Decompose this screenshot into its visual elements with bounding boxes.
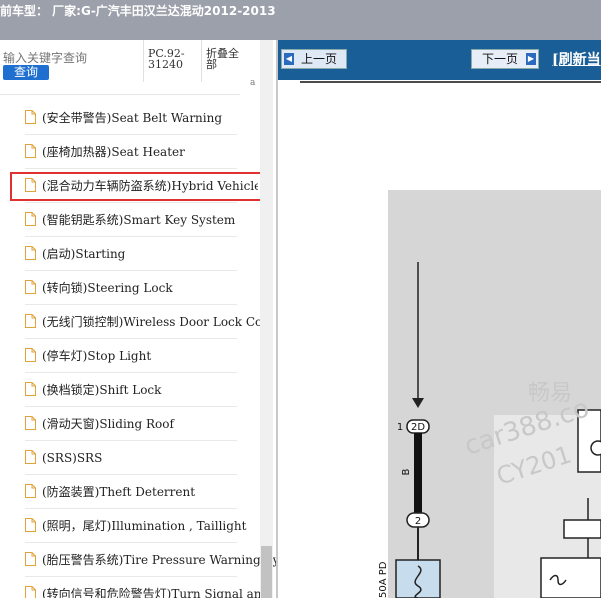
list-item[interactable]: (启动)Starting bbox=[0, 237, 258, 271]
list-item[interactable]: (滑动天窗)Sliding Roof bbox=[0, 407, 258, 441]
list-item-label: (停车灯)Stop Light bbox=[42, 349, 152, 363]
list-item[interactable]: (照明，尾灯)Illumination , Taillight bbox=[0, 509, 258, 543]
list-item-label: (胎压警告系统)Tire Pressure Warning Sy bbox=[42, 553, 277, 567]
list-scrollbar-track[interactable] bbox=[260, 40, 273, 598]
fuse-label: 50A PD bbox=[378, 561, 389, 598]
component-terminal bbox=[590, 440, 601, 456]
arrow-left-icon: ◀ bbox=[284, 53, 294, 65]
document-icon bbox=[25, 314, 36, 328]
list-item[interactable]: (停车灯)Stop Light bbox=[0, 339, 258, 373]
header-divider bbox=[143, 40, 144, 82]
document-icon bbox=[25, 382, 36, 396]
header-divider bbox=[201, 40, 202, 82]
search-button[interactable]: 查询 bbox=[3, 65, 49, 80]
list-top-divider bbox=[0, 94, 240, 95]
arrow-right-icon: ▶ bbox=[526, 53, 536, 65]
connector-top-label: 2D bbox=[411, 422, 425, 433]
list-item[interactable]: (SRS)SRS bbox=[0, 441, 258, 475]
next-page-button[interactable]: 下一页 ▶ bbox=[471, 49, 539, 69]
list-item-label: (换档锁定)Shift Lock bbox=[42, 383, 162, 397]
list-item-label: (SRS)SRS bbox=[42, 451, 103, 465]
wire-color-label: B bbox=[401, 468, 412, 475]
document-icon bbox=[25, 348, 36, 362]
document-icon bbox=[25, 110, 36, 124]
document-icon bbox=[25, 144, 36, 158]
diagram-panel: ◀ 上一页 下一页 ▶ [刷新当 2D 1 B 2 50A PD 畅易 car3… bbox=[278, 40, 601, 598]
selected-item-highlight bbox=[10, 172, 271, 201]
list-scrollbar-thumb[interactable] bbox=[261, 546, 272, 598]
list-item-label: (无线门锁控制)Wireless Door Lock Con bbox=[42, 315, 270, 329]
list-item[interactable]: (胎压警告系统)Tire Pressure Warning Sy bbox=[0, 543, 277, 577]
page-toolbar: ◀ 上一页 下一页 ▶ [刷新当 bbox=[278, 40, 601, 80]
document-icon bbox=[25, 280, 36, 294]
document-icon bbox=[25, 246, 36, 260]
connector-top-pin: 1 bbox=[397, 422, 403, 433]
list-item[interactable]: (换档锁定)Shift Lock bbox=[0, 373, 258, 407]
document-icon bbox=[25, 450, 36, 464]
fold-all-link[interactable]: 折叠全部 bbox=[206, 48, 246, 70]
list-item-label: (智能钥匙系统)Smart Key System bbox=[42, 213, 236, 227]
wiring-diagram: 2D 1 B 2 50A PD 畅易 car388.co CY201 bbox=[300, 81, 601, 598]
refresh-link[interactable]: [刷新当 bbox=[552, 49, 601, 69]
window-title-bar: 前车型： 厂家:G-广汽丰田汉兰达混动2012-2013 bbox=[0, 0, 601, 40]
wiring-diagram-area: 2D 1 B 2 50A PD 畅易 car388.co CY201 bbox=[278, 80, 601, 598]
document-icon bbox=[25, 416, 36, 430]
document-icon bbox=[25, 552, 36, 566]
list-item-label: (照明，尾灯)Illumination , Taillight bbox=[42, 519, 247, 533]
list-item-label: (安全带警告)Seat Belt Warning bbox=[42, 111, 223, 125]
fuse-box bbox=[395, 559, 441, 598]
prev-page-button[interactable]: ◀ 上一页 bbox=[281, 49, 347, 69]
document-icon bbox=[25, 484, 36, 498]
header-edge-char: a bbox=[250, 78, 256, 88]
list-item[interactable]: (座椅加热器)Seat Heater bbox=[0, 135, 258, 169]
component-box-lower bbox=[563, 519, 601, 539]
list-item[interactable]: (转向锁)Steering Lock bbox=[0, 271, 258, 305]
list-item-label: (转向信号和危险警告灯)Turn Signal an bbox=[42, 587, 262, 598]
list-item[interactable]: (智能钥匙系统)Smart Key System bbox=[0, 203, 258, 237]
list-item[interactable]: (转向信号和危险警告灯)Turn Signal an bbox=[0, 577, 262, 598]
list-item-label: (转向锁)Steering Lock bbox=[42, 281, 173, 295]
list-item[interactable]: (防盗装置)Theft Deterrent bbox=[0, 475, 258, 509]
list-item-label: (防盗装置)Theft Deterrent bbox=[42, 485, 196, 499]
list-item-label: (滑动天窗)Sliding Roof bbox=[42, 417, 174, 431]
list-item[interactable]: (无线门锁控制)Wireless Door Lock Con bbox=[0, 305, 270, 339]
list-item[interactable]: (安全带警告)Seat Belt Warning bbox=[0, 101, 258, 135]
wire-black bbox=[414, 433, 422, 513]
left-panel: 查询 PC.92-31240 折叠全部 a (安全带警告)Seat Belt W… bbox=[0, 40, 277, 598]
window-title: 前车型： 厂家:G-广汽丰田汉兰达混动2012-2013 bbox=[0, 4, 276, 18]
document-icon bbox=[25, 212, 36, 226]
document-icon bbox=[25, 518, 36, 532]
list-item-label: (启动)Starting bbox=[42, 247, 126, 261]
list-item-label: (座椅加热器)Seat Heater bbox=[42, 145, 185, 159]
relay-box bbox=[540, 557, 601, 598]
connector-bottom-label: 2 bbox=[415, 516, 421, 527]
pc-code: PC.92-31240 bbox=[148, 47, 185, 71]
document-icon bbox=[25, 586, 36, 598]
